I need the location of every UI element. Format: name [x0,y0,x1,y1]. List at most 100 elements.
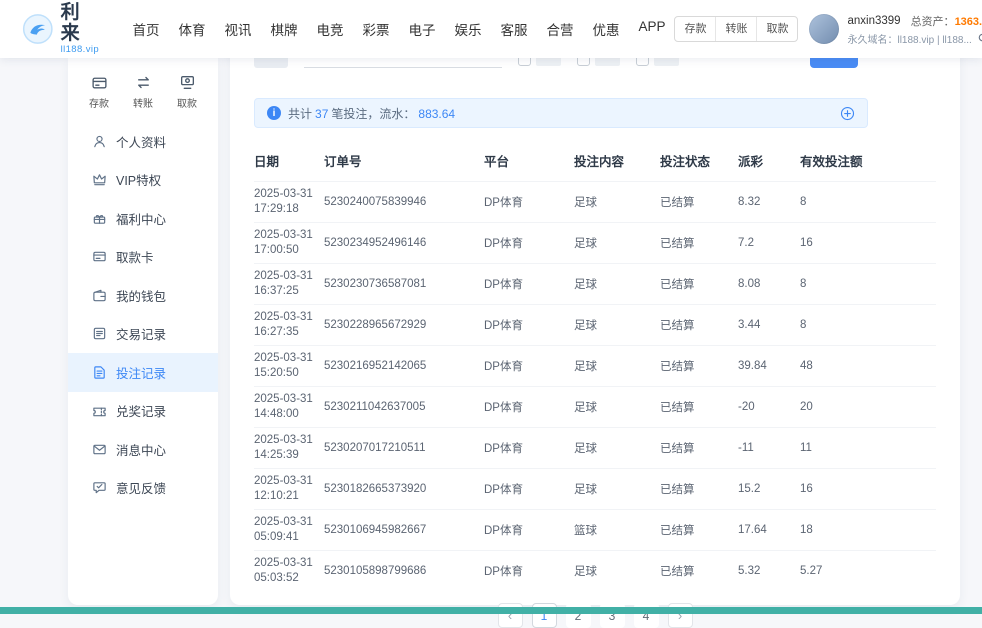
cell-status: 已结算 [660,387,738,428]
nav-item-6[interactable]: 电子 [399,13,444,45]
cell-platform: DP体育 [484,469,574,510]
redeem-icon [92,403,107,418]
cell-content: 足球 [574,428,660,469]
brand-domain: ll188.vip [61,45,102,55]
cell-content: 篮球 [574,510,660,551]
brand-logo[interactable]: 利来 ll188.vip [22,3,101,55]
cell-valid-amount: 48 [800,346,936,387]
nav-item-7[interactable]: 娱乐 [445,13,490,45]
cell-valid-amount: 20 [800,387,936,428]
nav-item-2[interactable]: 视讯 [215,13,260,45]
cell-platform: DP体育 [484,387,574,428]
wallet-button-0[interactable]: 存款 [675,17,715,41]
total-assets-value: 1363.49元 [955,16,982,28]
quick-action-deposit-icon[interactable]: 存款 [89,74,109,110]
sidebar-item[interactable]: 兑奖记录 [68,392,218,431]
bet-records-table: 日期订单号平台投注内容投注状态派彩有效投注额 2025-03-3117:29:1… [254,142,936,591]
sidebar-item[interactable]: 取款卡 [68,238,218,277]
cell-valid-amount: 8 [800,264,936,305]
brand-logo-icon [22,12,54,46]
nav-item-1[interactable]: 体育 [169,13,214,45]
quick-action-transfer-icon[interactable]: 转账 [133,74,153,110]
sidebar-item[interactable]: 投注记录 [68,353,218,392]
cell-payout: 7.2 [738,223,800,264]
cell-payout: 17.64 [738,510,800,551]
nav-item-10[interactable]: 优惠 [583,13,628,45]
nav-item-4[interactable]: 电竞 [307,13,352,45]
cell-content: 足球 [574,182,660,223]
cell-valid-amount: 11 [800,428,936,469]
cell-order-no: 5230234952496146 [324,223,484,264]
vip-icon [92,172,107,187]
cell-valid-amount: 16 [800,469,936,510]
table-header-row: 日期订单号平台投注内容投注状态派彩有效投注额 [254,142,936,182]
cell-valid-amount: 8 [800,305,936,346]
cell-platform: DP体育 [484,264,574,305]
cell-payout: 8.32 [738,182,800,223]
wallet-button-2[interactable]: 取款 [756,17,797,41]
sidebar-item-label: 投注记录 [116,363,166,382]
table-row: 2025-03-3105:03:52 5230105898799686 DP体育… [254,551,936,592]
cell-date: 2025-03-3117:29:18 [254,182,324,223]
column-header: 派彩 [738,142,800,182]
feedback-icon [92,480,107,495]
table-row: 2025-03-3105:09:41 5230106945982667 DP体育… [254,510,936,551]
nav-item-9[interactable]: 合营 [537,13,582,45]
column-header: 有效投注额 [800,142,936,182]
plus-circle-icon[interactable] [840,106,855,121]
sidebar-item[interactable]: 交易记录 [68,315,218,354]
cell-date: 2025-03-3115:20:50 [254,346,324,387]
bankcard-icon [92,249,107,264]
sidebar-item[interactable]: 消息中心 [68,430,218,469]
cell-order-no: 5230106945982667 [324,510,484,551]
avatar[interactable] [809,14,839,44]
cell-payout: 5.32 [738,551,800,592]
table-row: 2025-03-3116:37:25 5230230736587081 DP体育… [254,264,936,305]
table-row: 2025-03-3117:29:18 5230240075839946 DP体育… [254,182,936,223]
sidebar-item[interactable]: 福利中心 [68,199,218,238]
sidebar-item[interactable]: 意见反馈 [68,469,218,508]
sidebar-item-label: 消息中心 [116,440,166,459]
sidebar-item-label: 兑奖记录 [116,401,166,420]
cell-status: 已结算 [660,428,738,469]
nav-item-5[interactable]: 彩票 [353,13,398,45]
nav-item-0[interactable]: 首页 [123,13,168,45]
cell-content: 足球 [574,223,660,264]
column-header: 平台 [484,142,574,182]
sidebar-item-label: 意见反馈 [116,478,166,497]
cell-status: 已结算 [660,264,738,305]
cell-status: 已结算 [660,223,738,264]
nav-item-3[interactable]: 棋牌 [261,13,306,45]
quick-action-label: 取款 [177,95,197,110]
cell-order-no: 5230211042637005 [324,387,484,428]
bet-count: 37 [315,107,328,121]
cell-order-no: 5230228965672929 [324,305,484,346]
navbar-right: 存款转账取款 anxin3399 总资产：1363.49元 永久域名：ll188… [674,13,982,46]
cell-platform: DP体育 [484,305,574,346]
sidebar-item[interactable]: VIP特权 [68,161,218,200]
cell-valid-amount: 18 [800,510,936,551]
quick-action-withdraw-icon[interactable]: 取款 [177,74,197,110]
info-icon: i [267,106,281,120]
cell-content: 足球 [574,264,660,305]
nav-item-8[interactable]: 客服 [491,13,536,45]
cell-content: 足球 [574,305,660,346]
wallet-button-group: 存款转账取款 [674,16,798,42]
total-assets: 总资产：1363.49元 [911,13,982,29]
sidebar-item[interactable]: 我的钱包 [68,276,218,315]
cell-platform: DP体育 [484,510,574,551]
nav-item-11[interactable]: APP [629,13,674,45]
quick-action-label: 转账 [133,95,153,110]
cell-valid-amount: 5.27 [800,551,936,592]
sidebar-item-label: VIP特权 [116,170,161,189]
wallet-button-1[interactable]: 转账 [715,17,756,41]
column-header: 日期 [254,142,324,182]
sidebar-item[interactable]: 个人资料 [68,122,218,161]
cell-status: 已结算 [660,551,738,592]
cell-order-no: 5230182665373920 [324,469,484,510]
user-block: anxin3399 总资产：1363.49元 永久域名：ll188.vip | … [809,13,982,46]
search-icon[interactable] [977,32,982,45]
cell-date: 2025-03-3116:27:35 [254,305,324,346]
cell-content: 足球 [574,346,660,387]
cell-platform: DP体育 [484,346,574,387]
